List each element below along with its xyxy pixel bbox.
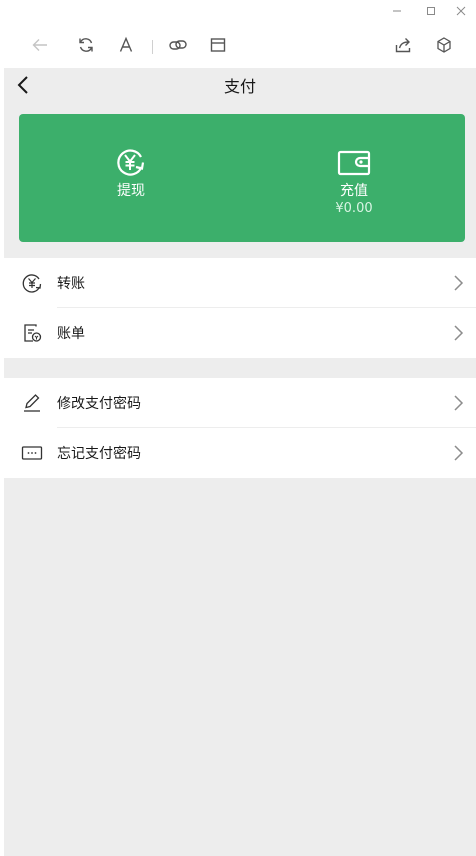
menu-item-bill[interactable]: 账单	[4, 308, 476, 358]
menu-item-change-password[interactable]: 修改支付密码	[4, 378, 476, 428]
page-title: 支付	[223, 77, 256, 96]
nav-bar: 支付	[4, 68, 476, 100]
menu-label-bill: 账单	[57, 326, 85, 342]
minimize-icon[interactable]	[382, 0, 412, 22]
window-icon[interactable]	[201, 22, 235, 68]
menu-item-transfer[interactable]: 转账	[4, 258, 476, 308]
wallet-card: 提现 充值 ¥0.00	[19, 114, 465, 242]
transfer-icon	[20, 271, 44, 295]
menu-label-change-password: 修改支付密码	[57, 396, 141, 412]
topup-button[interactable]: 充值 ¥0.00	[274, 114, 434, 242]
withdraw-label: 提现	[117, 183, 145, 199]
font-size-icon[interactable]	[109, 22, 143, 68]
wallet-icon	[337, 148, 371, 178]
edit-pen-icon	[20, 391, 44, 415]
menu-item-forgot-password[interactable]: 忘记支付密码	[4, 428, 476, 478]
close-icon[interactable]	[446, 0, 476, 22]
toolbar-separator	[152, 40, 153, 54]
link-icon[interactable]	[161, 22, 195, 68]
withdraw-button[interactable]: 提现	[51, 114, 211, 242]
keyboard-icon	[20, 441, 44, 465]
menu-label-transfer: 转账	[57, 276, 85, 292]
chevron-right-icon	[454, 325, 464, 341]
menu-group-payments: 转账 账单	[4, 258, 476, 358]
withdraw-yuan-icon	[114, 148, 148, 178]
refresh-icon[interactable]	[69, 22, 103, 68]
browser-toolbar	[0, 22, 476, 68]
back-arrow-icon[interactable]	[23, 22, 57, 68]
chevron-right-icon	[454, 445, 464, 461]
bill-icon	[20, 321, 44, 345]
chevron-right-icon	[454, 395, 464, 411]
cube-icon[interactable]	[427, 22, 461, 68]
topup-label: 充值	[340, 183, 368, 199]
menu-label-forgot-password: 忘记支付密码	[57, 446, 141, 462]
chevron-right-icon	[454, 275, 464, 291]
window-titlebar	[0, 0, 476, 22]
maximize-icon[interactable]	[416, 0, 446, 22]
balance-amount: ¥0.00	[335, 201, 373, 216]
share-icon[interactable]	[386, 22, 420, 68]
menu-group-password: 修改支付密码 忘记支付密码	[4, 378, 476, 478]
